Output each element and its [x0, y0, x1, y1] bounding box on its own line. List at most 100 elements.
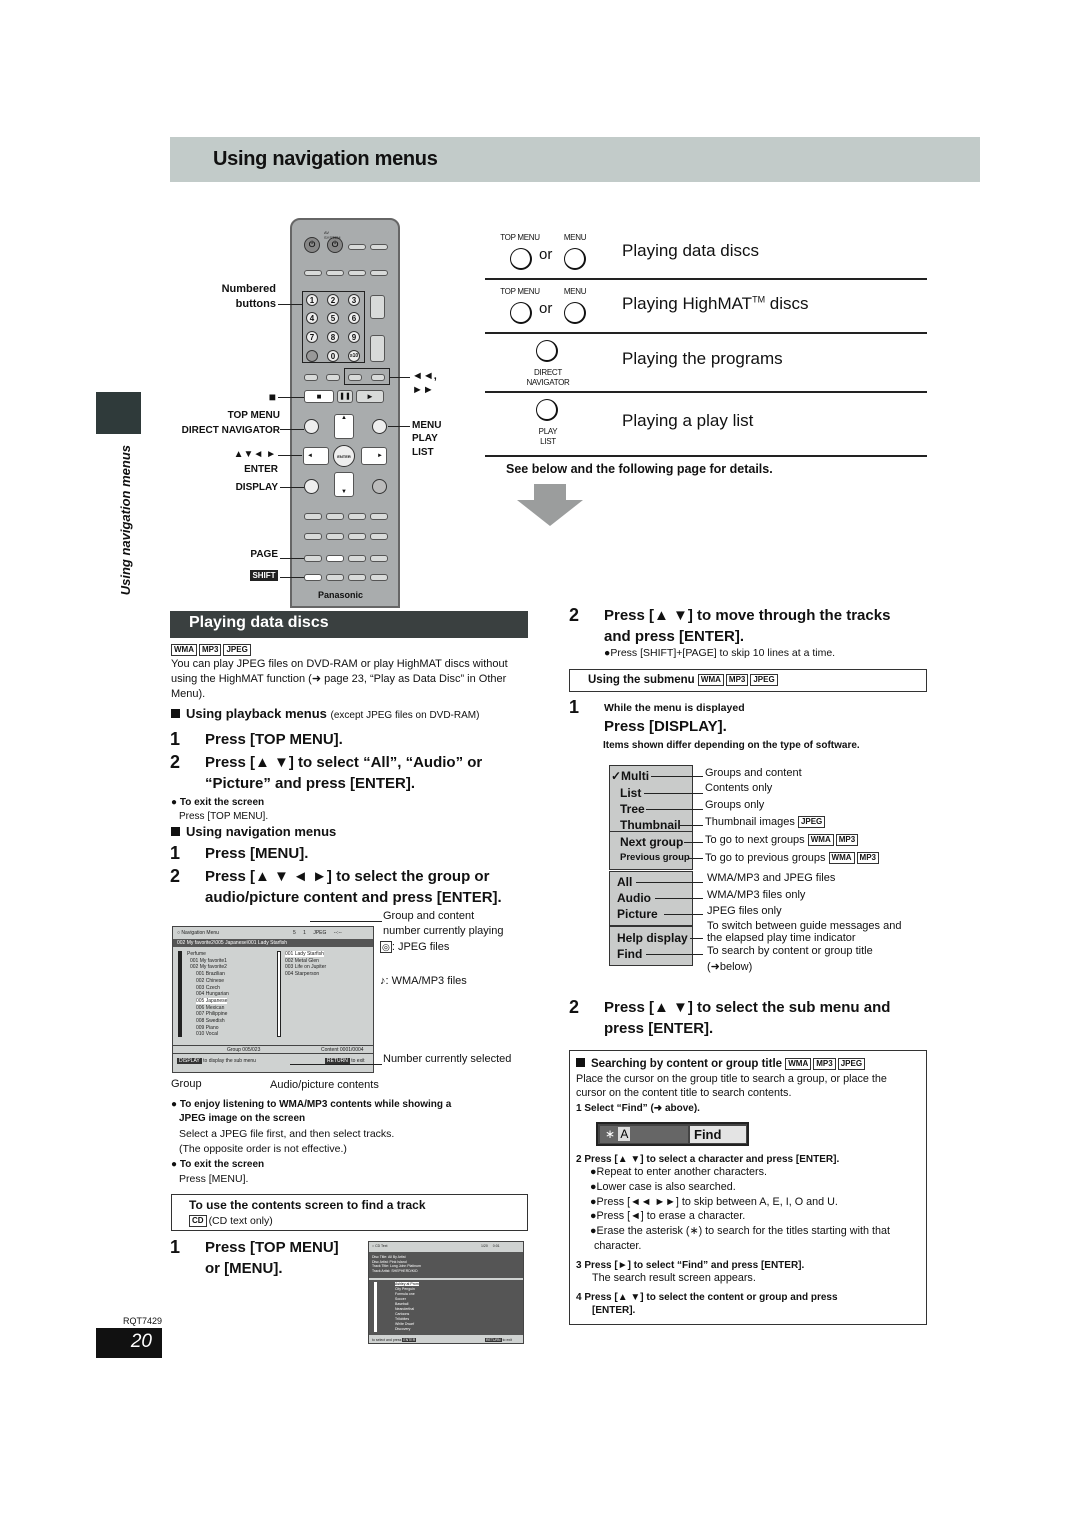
submenu-step-note: Items shown differ depending on the type… — [603, 740, 860, 751]
submenu-box-title: Using the submenu WMA MP3 JPEG — [588, 673, 780, 688]
step-text: Press [▲ ▼] to select the sub menu and — [604, 999, 891, 1016]
page-title: Using navigation menus — [213, 148, 438, 170]
step-text: or [MENU]. — [205, 1260, 283, 1277]
asterisk-char: ∗ — [605, 1127, 616, 1141]
return-key — [372, 479, 387, 494]
submenu-item-help-display[interactable]: Help display — [617, 931, 688, 945]
play-key: ► — [356, 390, 384, 403]
enjoy-text: Select a JPEG file first, and then selec… — [179, 1127, 394, 1157]
mode-label-text: discs — [765, 294, 809, 313]
search-input[interactable]: ∗ A — [600, 1126, 688, 1143]
num-4: 4 — [306, 312, 318, 324]
submenu-item-all[interactable]: All — [617, 875, 632, 889]
submenu-item-picture[interactable]: Picture — [617, 907, 658, 921]
step-number: 2 — [170, 752, 181, 772]
remote-key — [326, 574, 344, 581]
cd-track-no: 1/20 — [481, 1244, 488, 1248]
num-9: 9 — [348, 331, 360, 343]
content-list: 001 Lady Starfish 002 Metal Glen 003 Lif… — [285, 951, 326, 978]
step-text: Press [MENU]. — [205, 845, 309, 862]
callout-text: : JPEG files — [391, 941, 450, 953]
bullet-item: ●Press [◄◄ ►►] to skip between A, E, I, … — [590, 1195, 838, 1208]
shift-key — [304, 574, 322, 581]
nav-menus-title: Using navigation menus — [186, 824, 337, 839]
screen-title: ○ Navigation Menu — [177, 930, 219, 936]
cd-track-panel: Ashley at Prom City Penguin Formula one … — [369, 1280, 523, 1335]
submenu-item-tree[interactable]: Tree — [620, 802, 645, 816]
submenu-item-audio[interactable]: Audio — [617, 891, 651, 905]
badge-wma: WMA — [785, 1057, 812, 1070]
leader-line — [690, 938, 703, 939]
leader-line — [388, 426, 410, 427]
bullet-square-icon — [171, 709, 180, 718]
group-item: 006 Mexican — [196, 1004, 225, 1011]
group-item-selected: 005 Japanese — [196, 997, 228, 1004]
group-item: 003 Czech — [196, 984, 220, 991]
screen-path-bar: 002 My favorite2\005 Japanese\001 Lady S… — [173, 939, 373, 947]
page-number-box: 20 — [96, 1328, 162, 1358]
badge-mp3: MP3 — [835, 834, 859, 847]
or-text: or — [539, 246, 553, 263]
search-step-1: 1 Select “Find” (➜ above). — [576, 1103, 700, 1114]
submenu-desc: To go to previous groups WMA MP3 — [705, 852, 881, 865]
group-counter: Group 005/023 — [227, 1047, 261, 1053]
enjoy-text-line: (The opposite order is not effective.) — [179, 1143, 347, 1155]
find-button[interactable]: Find — [690, 1126, 746, 1143]
tvav-key — [326, 270, 344, 276]
submenu-item-thumbnail[interactable]: Thumbnail — [620, 818, 681, 832]
submenu-desc: (➜below) — [707, 961, 753, 973]
leader-line — [280, 577, 304, 578]
cd-info-value: Pink Island — [389, 1259, 407, 1264]
content-counter: Content 0001/0004 — [321, 1047, 364, 1053]
remote-key — [304, 513, 322, 520]
remote-key — [370, 513, 388, 520]
badge-mp3: MP3 — [199, 644, 222, 657]
leader-line — [684, 842, 703, 843]
bullet-item: character. — [594, 1239, 642, 1252]
down-arrow-icon — [517, 484, 583, 526]
nav-step-1: 1 Press [MENU]. — [170, 843, 530, 865]
stop-label: ■ — [268, 390, 276, 404]
submenu-item-next-group[interactable]: Next group — [620, 835, 683, 849]
submenu-item-previous-group[interactable]: Previous group — [620, 852, 690, 863]
step-number: 1 — [170, 1237, 181, 1257]
submenu-item-find[interactable]: Find — [617, 947, 642, 961]
side-tab: Using navigation menus — [118, 445, 138, 615]
cd-footer-right-text: to exit — [502, 1338, 512, 1342]
remote-key — [348, 533, 366, 540]
cd-info-label: Track Title: — [372, 1264, 389, 1268]
callout-text: : WMA/MP3 files — [385, 975, 467, 987]
content-scrollbar[interactable] — [277, 951, 281, 1037]
list-caption: LIST — [540, 437, 556, 446]
submenu-desc: To go to next groups WMA MP3 — [705, 834, 860, 847]
bullet-square-icon — [576, 1058, 585, 1067]
screen-status: 5 1 JPEG --:-- — [293, 930, 342, 936]
find-field: ∗ A Find — [596, 1122, 749, 1146]
submenu-item-list[interactable]: List — [620, 786, 641, 800]
submenu-desc-text: To go to previous groups — [705, 852, 826, 864]
submenu-desc: JPEG files only — [707, 905, 782, 917]
callout-wma: ♪: WMA/MP3 files — [380, 974, 467, 989]
group-scrollbar[interactable] — [178, 951, 182, 1037]
callout-number-selected: Number currently selected — [383, 1053, 512, 1065]
tv-key — [348, 244, 366, 250]
num-10: ≥10 — [348, 350, 360, 362]
screen-path: 002 My favorite2\005 Japanese\001 Lady S… — [177, 940, 288, 946]
dvd-key — [370, 270, 388, 276]
leader-line — [689, 858, 703, 859]
badge-wma: WMA — [828, 852, 855, 865]
submenu-desc: Contents only — [705, 782, 773, 794]
right-key: ► — [361, 447, 387, 465]
callout-group-content-playing: Group and content number currently playi… — [383, 909, 503, 939]
cd-footer-left-text: to select and press — [372, 1338, 402, 1342]
group-item: 004 Hungarian — [196, 991, 229, 998]
num-6: 6 — [348, 312, 360, 324]
display-label: DISPLAY — [235, 482, 278, 493]
submenu-desc: To switch between guide messages and — [707, 920, 902, 932]
enter-key: ENTER — [333, 445, 355, 467]
cd-scrollbar[interactable] — [374, 1282, 377, 1332]
badge-wma: WMA — [171, 644, 197, 657]
badge-jpeg: JPEG — [837, 1057, 866, 1070]
submenu-item-multi[interactable]: ✓Multi — [611, 769, 649, 783]
submenu-desc-text: Thumbnail images — [705, 816, 795, 828]
